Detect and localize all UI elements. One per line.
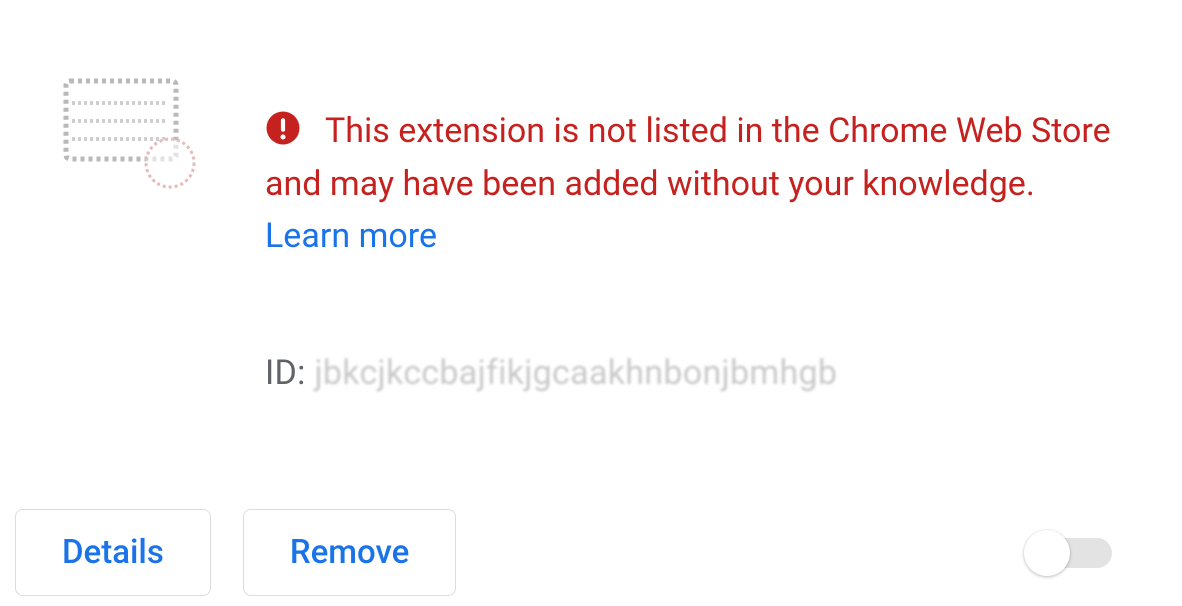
learn-more-link[interactable]: Learn more — [265, 216, 437, 256]
extension-card: This extension is not listed in the Chro… — [0, 0, 1182, 606]
extension-id-value: jbkcjkccbajfikjgcaakhnbonjbmhgb — [314, 353, 837, 393]
warning-message: This extension is not listed in the Chro… — [265, 105, 1112, 263]
extension-id-label: ID: — [265, 353, 314, 393]
toggle-knob — [1024, 530, 1070, 576]
extension-top-row: This extension is not listed in the Chro… — [60, 75, 1112, 393]
warning-icon — [265, 110, 301, 146]
extension-id-row: ID: jbkcjkccbajfikjgcaakhnbonjbmhgb — [265, 353, 1112, 393]
extension-icon — [60, 75, 200, 190]
warning-text: This extension is not listed in the Chro… — [265, 111, 1111, 204]
remove-button[interactable]: Remove — [243, 509, 457, 596]
extension-content: This extension is not listed in the Chro… — [265, 75, 1112, 393]
details-button[interactable]: Details — [15, 509, 211, 596]
extension-footer: Details Remove — [15, 509, 1112, 596]
enable-toggle[interactable] — [1030, 538, 1112, 568]
